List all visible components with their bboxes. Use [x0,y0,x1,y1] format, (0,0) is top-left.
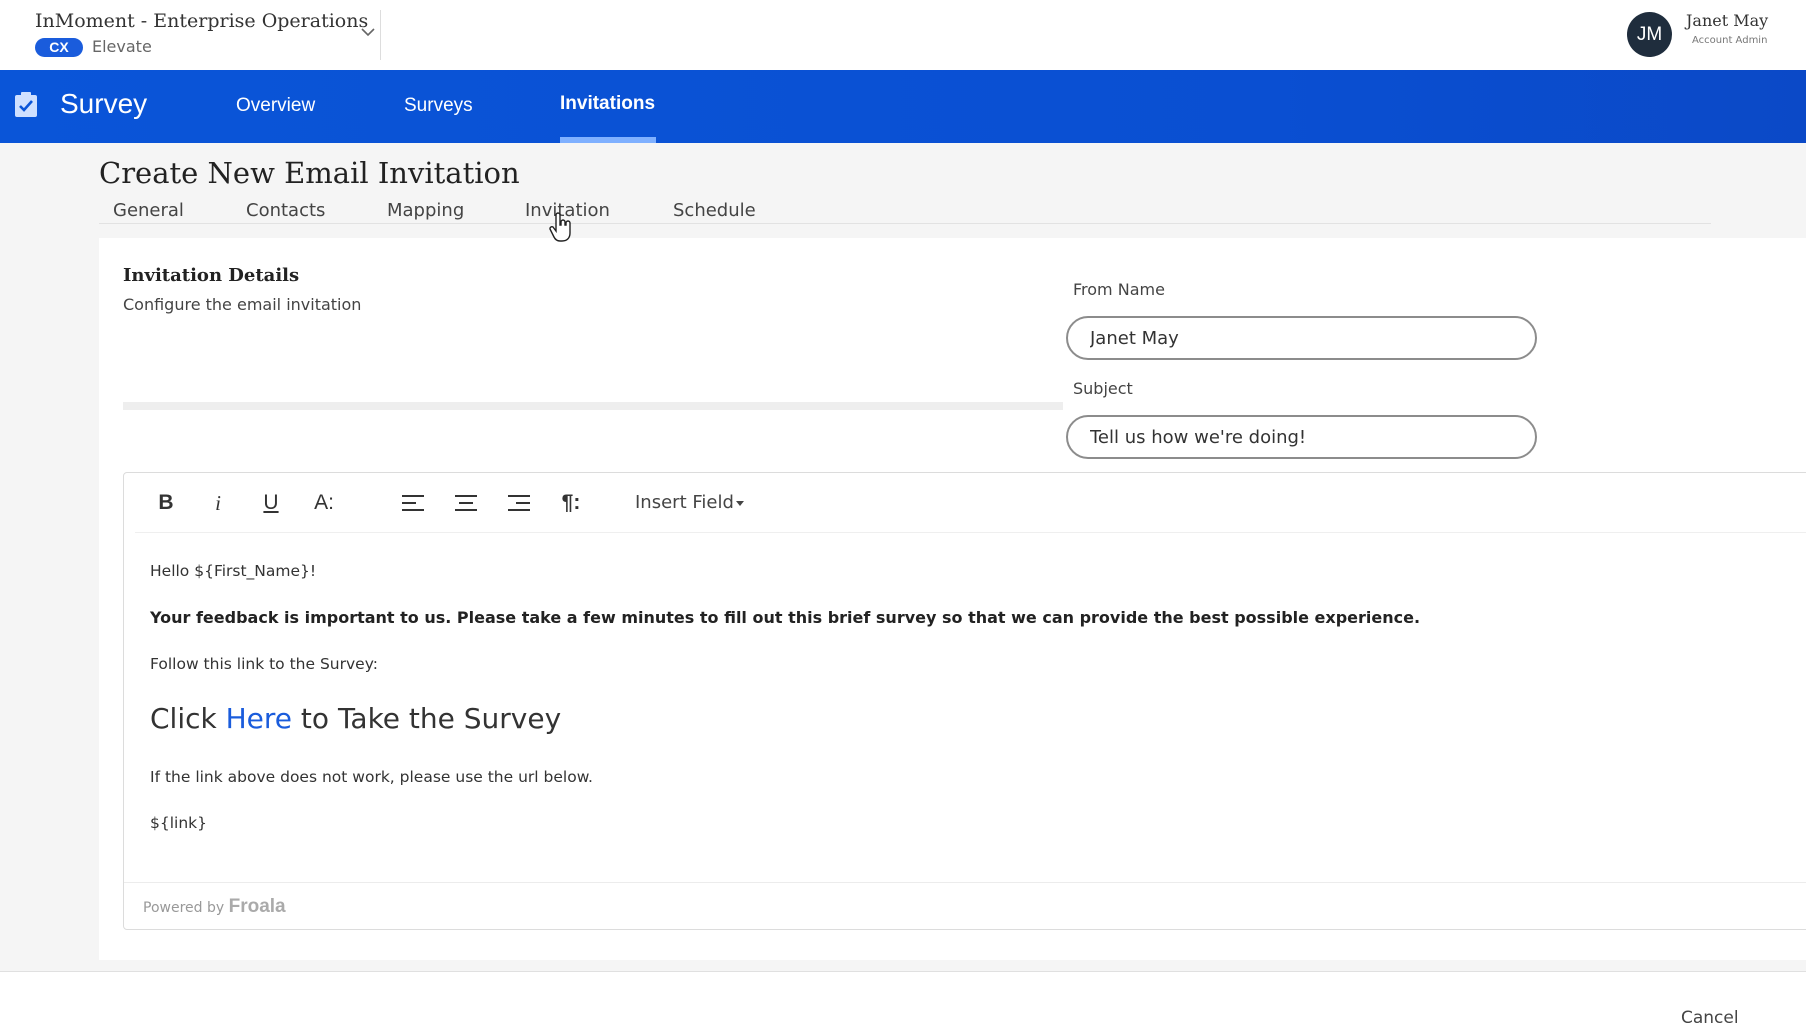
bottom-action-bar [0,971,1806,1034]
powered-by[interactable]: Powered by Froala [143,896,286,918]
section-description: Configure the email invitation [123,295,362,314]
nav-tab-surveys[interactable]: Surveys [404,95,473,117]
product-name: Elevate [92,37,152,56]
subtabs-divider [99,223,1711,224]
feedback-text: Your feedback is important to us. Please… [150,608,1421,627]
subtab-general[interactable]: General [113,200,184,221]
align-center-button[interactable] [448,488,484,518]
link-suffix: to Take the Survey [292,702,562,735]
subtab-contacts[interactable]: Contacts [246,200,325,221]
email-editor[interactable] [123,472,1806,930]
italic-button[interactable]: i [200,488,236,518]
follow-link-text: Follow this link to the Survey: [150,655,378,673]
subtab-mapping[interactable]: Mapping [387,200,464,221]
org-title[interactable]: InMoment - Enterprise Operations [35,10,368,32]
font-size-icon: A: [314,491,334,514]
link-variable-text: ${link} [150,814,207,832]
clipboard-check-icon [15,92,37,117]
underline-icon: U [263,491,279,514]
avatar[interactable]: JM [1627,12,1672,57]
toolbar-divider [135,532,1806,533]
powered-by-label: Powered by [143,900,225,916]
subtab-schedule[interactable]: Schedule [673,200,756,221]
survey-link-heading: Click Here to Take the Survey [150,702,561,735]
from-name-input[interactable] [1066,316,1537,360]
align-right-button[interactable] [501,488,537,518]
caret-down-icon [735,500,744,506]
page-title: Create New Email Invitation [99,156,520,190]
user-name[interactable]: Janet May [1686,11,1768,30]
align-left-button[interactable] [395,488,431,518]
nav-tab-overview[interactable]: Overview [236,95,315,117]
top-bar: InMoment - Enterprise Operations CX Elev… [0,0,1806,70]
greeting-text: Hello ${First_Name}! [150,562,317,580]
app-nav-bar: Survey Overview Surveys Invitations [0,70,1806,143]
cancel-button[interactable]: Cancel [1681,1008,1739,1028]
italic-icon: i [215,490,221,515]
nav-tab-invitations[interactable]: Invitations [560,93,655,115]
hand-cursor-icon [549,212,571,242]
divider [380,10,381,60]
section-title: Invitation Details [123,265,300,286]
paragraph-format-button[interactable]: ¶: [553,488,589,518]
survey-link[interactable]: Here [226,702,292,735]
fallback-text: If the link above does not work, please … [150,768,593,786]
align-left-icon [402,495,424,511]
chevron-down-icon[interactable] [358,22,378,42]
cx-badge: CX [35,38,83,57]
subject-label: Subject [1073,379,1133,398]
align-right-icon [508,495,530,511]
insert-field-label: Insert Field [635,492,734,513]
align-center-icon [455,495,477,511]
user-role: Account Admin [1692,35,1768,46]
from-name-label: From Name [1073,280,1165,299]
font-size-button[interactable]: A: [306,488,342,518]
underline-button[interactable]: U [253,488,289,518]
insert-field-dropdown[interactable]: Insert Field [635,492,744,513]
froala-logo: Froala [228,896,286,917]
editor-footer-divider [124,882,1806,883]
paragraph-icon: ¶: [561,491,581,514]
divider [123,402,1063,410]
bold-button[interactable]: B [148,488,184,518]
subject-input[interactable] [1066,415,1537,459]
bold-icon: B [158,491,174,514]
app-title[interactable]: Survey [60,88,147,120]
link-prefix: Click [150,702,226,735]
